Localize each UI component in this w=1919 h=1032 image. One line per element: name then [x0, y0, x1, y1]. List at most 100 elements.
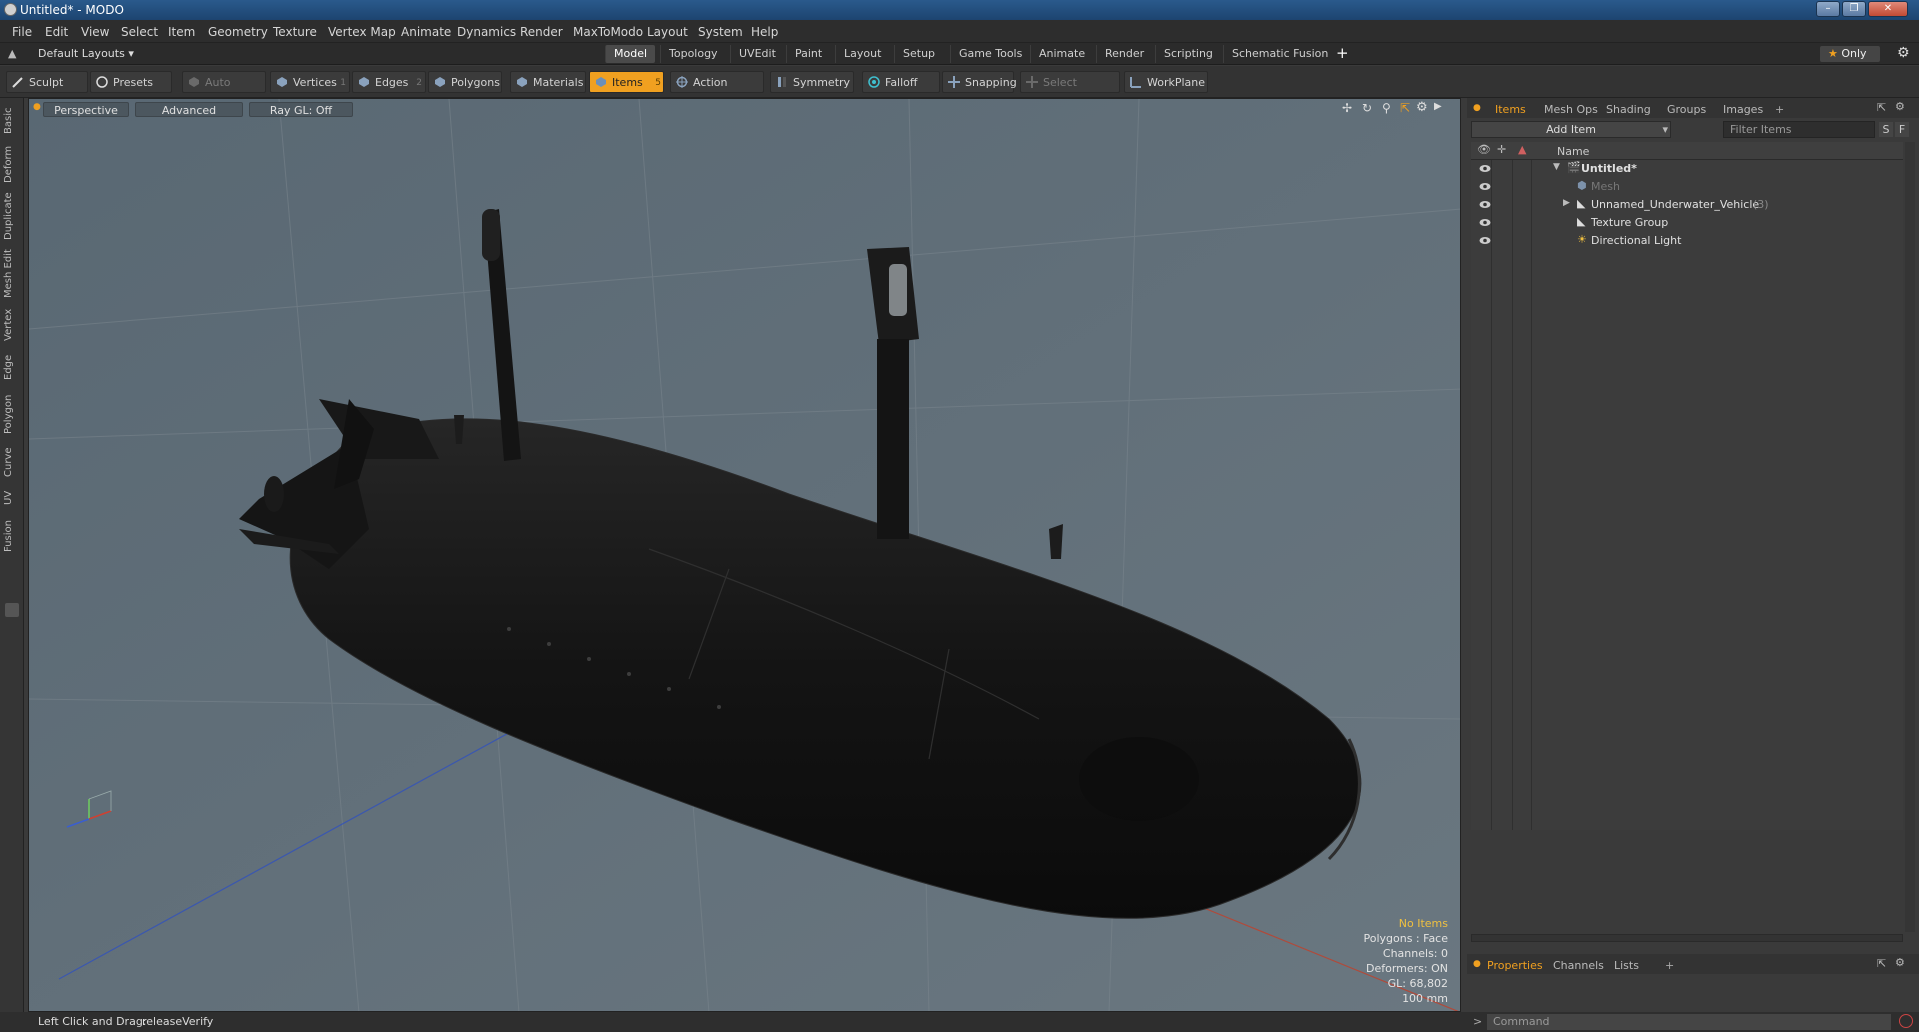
filter-s-button[interactable]: S — [1879, 122, 1893, 137]
vtab-polygon[interactable]: Polygon — [3, 390, 21, 438]
tree-row-scene[interactable]: ▼ 🎬 Untitled* — [1471, 160, 1906, 178]
panel-expand-icon[interactable]: ⇱ — [1877, 957, 1886, 970]
action-center-button[interactable]: Action Center — [670, 71, 764, 111]
restore-button[interactable]: ❐ — [1842, 1, 1866, 17]
tab-groups[interactable]: Groups — [1667, 103, 1706, 116]
panel-gear-icon[interactable]: ⚙ — [1895, 956, 1905, 969]
menu-item[interactable]: Item — [168, 25, 195, 39]
vtab-curve[interactable]: Curve — [3, 444, 21, 480]
menu-edit[interactable]: Edit — [45, 25, 68, 39]
tab-setup[interactable]: Setup — [894, 45, 943, 63]
items-horizontal-scrollbar[interactable] — [1471, 934, 1903, 942]
auto-select-button[interactable]: Auto Select — [182, 71, 266, 111]
tab-uvedit[interactable]: UVEdit — [730, 45, 784, 63]
vtab-deform[interactable]: Deform — [3, 144, 21, 184]
tab-topology[interactable]: Topology — [660, 45, 726, 63]
items-button[interactable]: Items 5 — [589, 71, 664, 93]
tree-row-mesh[interactable]: ⬢ Mesh — [1471, 178, 1906, 196]
tab-lists[interactable]: Lists — [1614, 959, 1639, 972]
menu-geometry[interactable]: Geometry — [208, 25, 268, 39]
perspective-dropdown[interactable]: Perspective — [43, 102, 129, 117]
viewport-menu-icon[interactable]: ▶ — [1434, 101, 1442, 112]
tab-render[interactable]: Render — [1096, 45, 1152, 63]
menu-view[interactable]: View — [81, 25, 109, 39]
default-layouts-dropdown[interactable]: Default Layouts ▾ — [38, 47, 134, 60]
filter-f-button[interactable]: F — [1895, 122, 1909, 137]
menu-layout[interactable]: Layout — [647, 25, 688, 39]
menu-render[interactable]: Render — [520, 25, 563, 39]
menu-dynamics[interactable]: Dynamics — [457, 25, 516, 39]
rotate-icon[interactable]: ↻ — [1362, 101, 1372, 115]
add-item-dropdown[interactable]: Add Item ▾ — [1471, 121, 1671, 138]
presets-button[interactable]: Presets F6 — [90, 71, 172, 111]
tree-row-underwater-vehicle[interactable]: ▶ ◣ Unnamed_Underwater_Vehicle (3) — [1471, 196, 1906, 214]
items-vertical-scrollbar[interactable] — [1905, 142, 1915, 932]
name-column-header[interactable]: Name — [1557, 145, 1589, 158]
vtab-basic[interactable]: Basic — [3, 104, 21, 138]
vtab-uv[interactable]: UV — [3, 486, 21, 510]
tab-model[interactable]: Model — [605, 45, 656, 63]
menu-maxtomodo[interactable]: MaxToModo — [573, 25, 643, 39]
command-input[interactable]: Command — [1487, 1014, 1891, 1030]
gear-icon[interactable]: ⚙ — [1897, 45, 1910, 61]
raygl-toggle[interactable]: Ray GL: Off — [249, 102, 353, 117]
layout-lock-icon[interactable]: ▲ — [8, 47, 16, 60]
visibility-eye-icon[interactable] — [1479, 199, 1491, 210]
tab-items[interactable]: Items — [1495, 103, 1526, 116]
tree-row-texture-group[interactable]: ◣ Texture Group — [1471, 214, 1906, 232]
filter-items-input[interactable]: Filter Items — [1723, 121, 1875, 138]
only-toggle[interactable]: ★ Only — [1820, 46, 1880, 62]
visibility-eye-icon[interactable] — [1479, 181, 1491, 192]
polygons-button[interactable]: Polygons — [428, 71, 502, 93]
tab-layout[interactable]: Layout — [835, 45, 889, 63]
menu-vertex-map[interactable]: Vertex Map — [328, 25, 396, 39]
expand-arrow-icon[interactable]: ▼ — [1553, 162, 1560, 172]
tab-mesh-ops[interactable]: Mesh Ops — [1544, 103, 1598, 116]
panel-gear-icon[interactable]: ⚙ — [1895, 100, 1905, 113]
select-through-button[interactable]: Select Through — [1020, 71, 1120, 111]
tab-scripting[interactable]: Scripting — [1155, 45, 1221, 63]
add-tab-icon[interactable]: + — [1336, 44, 1349, 62]
symmetry-button[interactable]: Symmetry — [770, 71, 854, 93]
tab-channels[interactable]: Channels — [1553, 959, 1604, 972]
tab-game-tools[interactable]: Game Tools — [950, 45, 1030, 63]
lock-column-icon[interactable]: ✛ — [1497, 143, 1506, 156]
menu-system[interactable]: System — [698, 25, 743, 39]
menu-file[interactable]: File — [12, 25, 32, 39]
tab-properties[interactable]: Properties — [1487, 959, 1543, 972]
menu-select[interactable]: Select — [121, 25, 158, 39]
maximize-icon[interactable]: ⇱ — [1400, 101, 1410, 115]
tab-schematic-fusion[interactable]: Schematic Fusion — [1223, 45, 1336, 63]
close-button[interactable]: ✕ — [1868, 1, 1908, 17]
menu-help[interactable]: Help — [751, 25, 778, 39]
visibility-eye-icon[interactable] — [1479, 235, 1491, 246]
pan-icon[interactable]: ✢ — [1342, 101, 1352, 115]
minimize-button[interactable]: – — [1816, 1, 1840, 17]
sculpt-button[interactable]: Sculpt — [6, 71, 88, 93]
advanced-dropdown[interactable]: Advanced — [135, 102, 243, 117]
vtab-duplicate[interactable]: Duplicate — [3, 190, 21, 242]
add-panel-tab-icon[interactable]: + — [1775, 103, 1784, 116]
vtab-mesh-edit[interactable]: Mesh Edit — [3, 248, 21, 300]
menu-texture[interactable]: Texture — [273, 25, 317, 39]
vtab-edge[interactable]: Edge — [3, 350, 21, 384]
falloff-button[interactable]: Falloff — [862, 71, 940, 93]
3d-viewport[interactable]: ● Perspective Advanced Ray GL: Off ✢ ↻ ⚲… — [28, 98, 1461, 1012]
tab-images[interactable]: Images — [1723, 103, 1763, 116]
panel-expand-icon[interactable]: ⇱ — [1877, 101, 1886, 114]
vertices-button[interactable]: Vertices 1 — [270, 71, 350, 93]
panel-toggle-button[interactable] — [5, 603, 19, 617]
tree-row-directional-light[interactable]: ☀ Directional Light — [1471, 232, 1906, 250]
materials-button[interactable]: Materials — [510, 71, 586, 93]
add-panel-tab-icon[interactable]: + — [1665, 959, 1674, 972]
viewport-settings-icon[interactable]: ⚙ — [1416, 100, 1428, 115]
menu-animate[interactable]: Animate — [401, 25, 451, 39]
visibility-column-icon[interactable]: 👁 — [1477, 143, 1491, 156]
tab-paint[interactable]: Paint — [786, 45, 830, 63]
expand-arrow-icon[interactable]: ▶ — [1563, 198, 1570, 208]
workplane-button[interactable]: WorkPlane — [1124, 71, 1208, 93]
tab-animate[interactable]: Animate — [1030, 45, 1093, 63]
vtab-fusion[interactable]: Fusion — [3, 516, 21, 556]
tab-shading[interactable]: Shading — [1606, 103, 1651, 116]
render-column-icon[interactable]: ▲ — [1518, 143, 1526, 156]
